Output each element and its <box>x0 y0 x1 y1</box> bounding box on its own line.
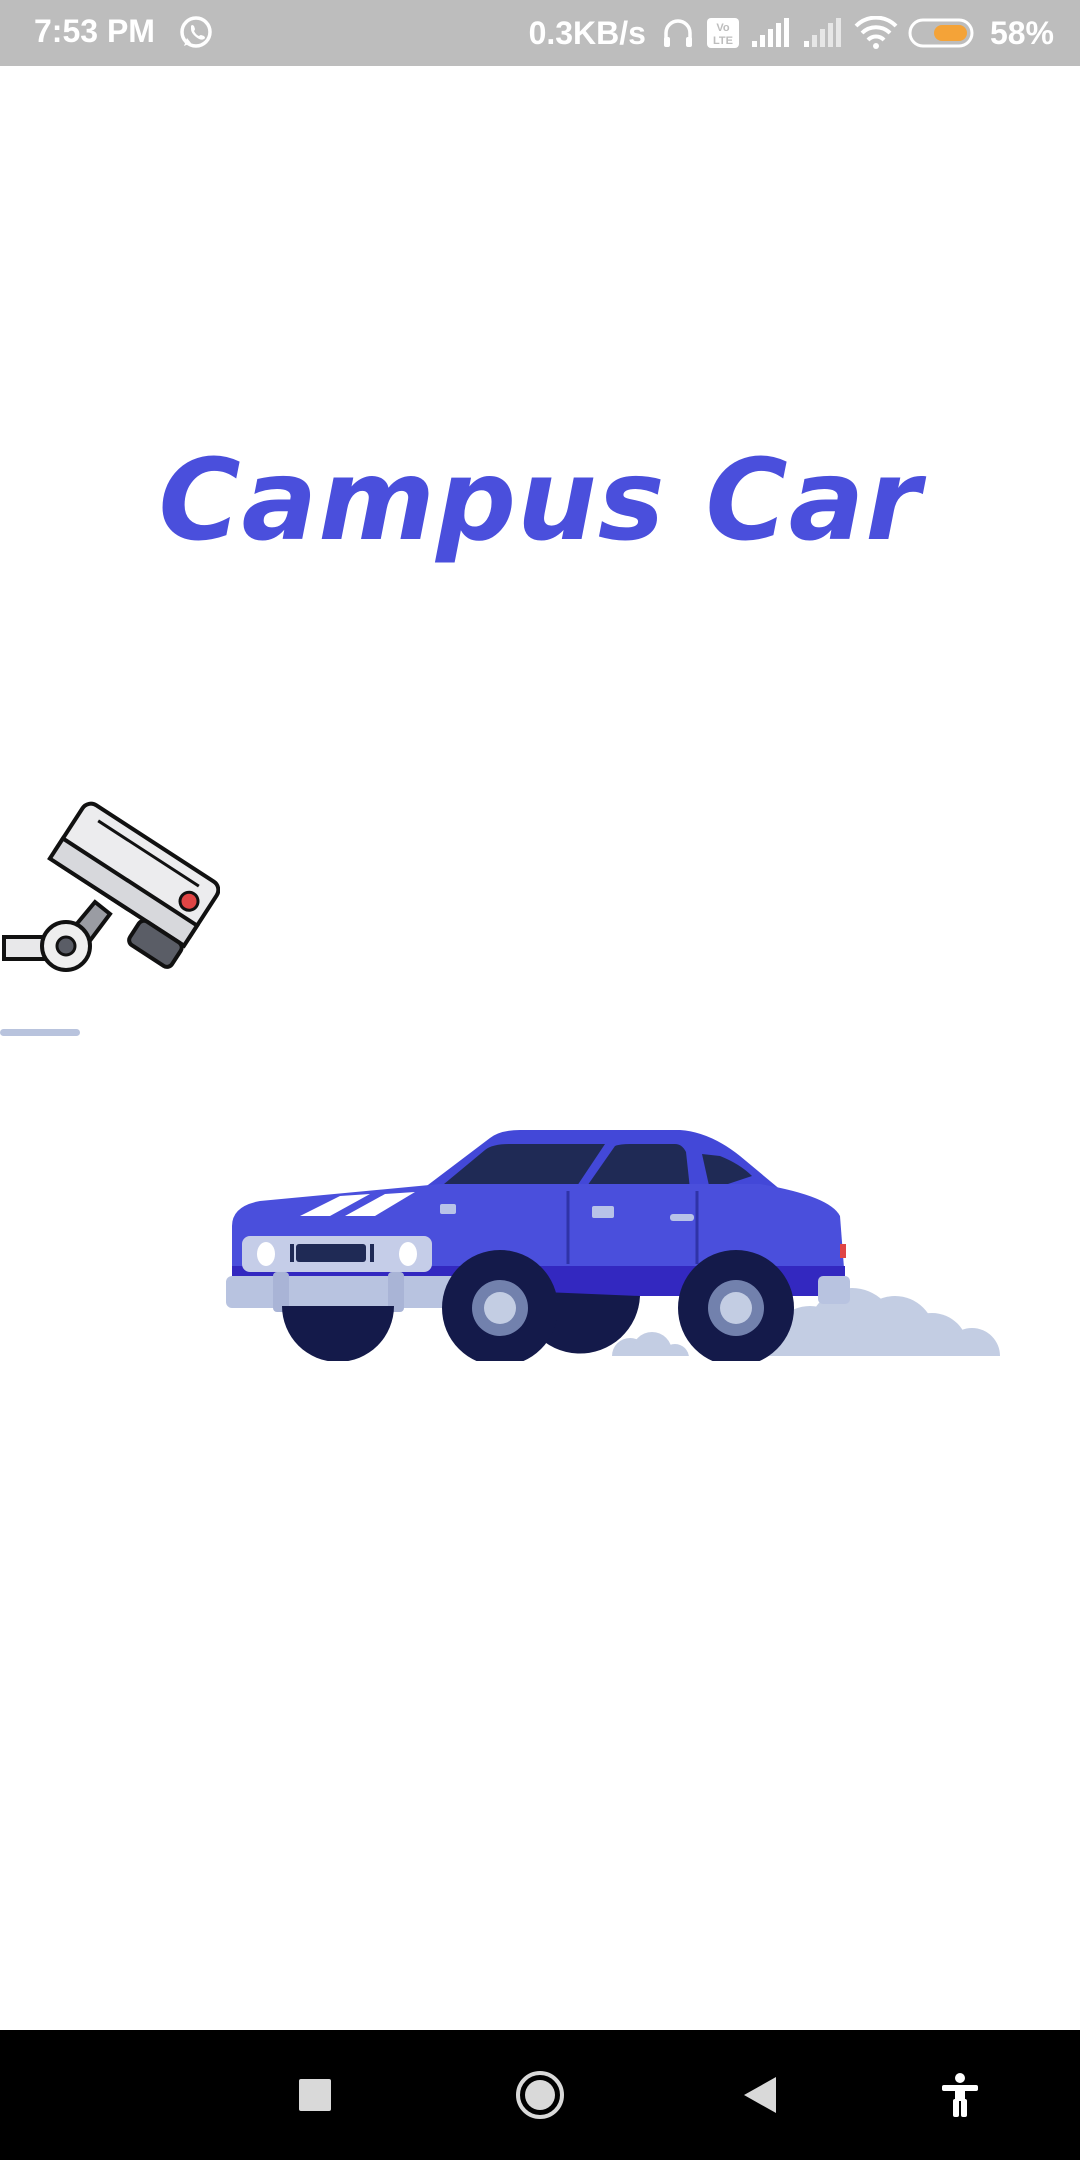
recents-button[interactable] <box>260 2030 370 2160</box>
navigation-bar <box>0 2030 1080 2160</box>
signal-icon <box>751 18 789 47</box>
battery-percent: 58% <box>989 14 1054 51</box>
signal-weak-icon <box>803 18 841 47</box>
app-title: Campus Car <box>158 436 922 566</box>
svg-text:LTE: LTE <box>713 35 733 47</box>
wifi-icon <box>854 16 898 49</box>
back-triangle-icon <box>744 2077 776 2113</box>
road-line <box>0 1029 80 1036</box>
status-time: 7:53 PM <box>34 13 155 49</box>
home-button[interactable] <box>485 2030 595 2160</box>
accessibility-icon <box>942 2073 978 2117</box>
accessibility-button[interactable] <box>905 2030 1015 2160</box>
status-icons: 0.3KB/s Vo LTE 58% <box>529 0 1054 66</box>
battery-icon <box>908 18 974 48</box>
circle-icon <box>516 2071 564 2119</box>
back-button[interactable] <box>705 2030 815 2160</box>
security-camera-illustration <box>2 801 220 972</box>
square-icon <box>299 2079 331 2111</box>
splash-screen: Campus Car <box>0 66 1080 2030</box>
car-illustration <box>220 1130 1000 1366</box>
status-bar: 7:53 PM 0.3KB/s Vo LTE 58% <box>0 0 1080 66</box>
net-speed: 0.3KB/s <box>528 14 646 51</box>
headset-icon <box>663 19 692 47</box>
volte-icon: Vo LTE <box>706 18 739 48</box>
whatsapp-icon <box>180 16 212 48</box>
svg-text:Vo: Vo <box>716 22 730 34</box>
